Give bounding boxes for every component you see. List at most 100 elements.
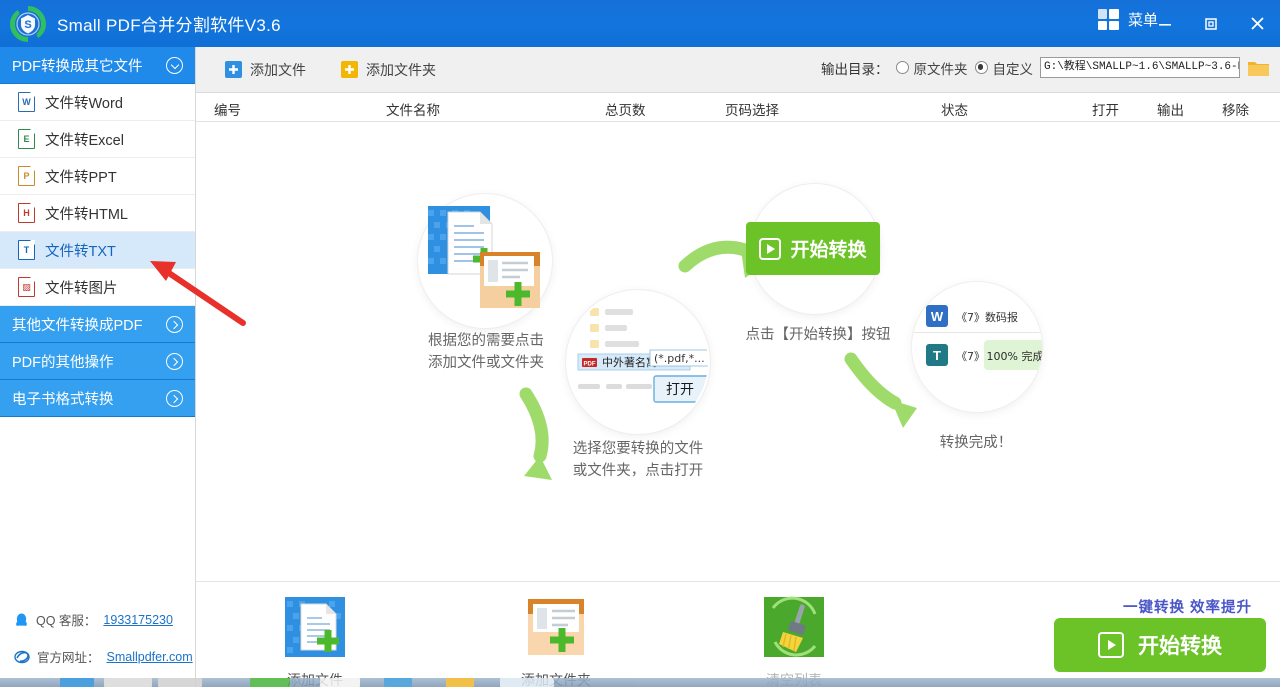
add-folder-button[interactable]: 添加文件夹	[334, 56, 442, 84]
taskbar-item[interactable]	[384, 678, 412, 687]
contact-block: QQ 客服： 1933175230 官方网址： Smallpdfer.com	[0, 601, 196, 675]
sidebar-section-pdf-operations[interactable]: PDF的其他操作	[0, 343, 195, 380]
add-file-button-label: 添加文件	[250, 61, 306, 78]
qq-label: QQ 客服：	[36, 614, 97, 628]
qq-penguin-icon	[16, 612, 27, 626]
website-row: 官方网址： Smallpdfer.com	[0, 638, 196, 675]
sidebar-item-file-to-html[interactable]: H 文件转HTML	[0, 195, 195, 232]
word-file-icon: W	[18, 92, 35, 112]
browse-folder-icon[interactable]	[1247, 58, 1270, 78]
svg-text:《7》数码报: 《7》数码报	[956, 310, 1018, 324]
chevron-down-icon	[166, 56, 183, 74]
app-logo-icon: S	[6, 2, 50, 46]
add-file-icon	[285, 597, 345, 657]
bottom-add-file-button[interactable]: 添加文件	[260, 596, 370, 687]
svg-text:100% 完成: 100% 完成	[987, 349, 1042, 363]
conversion-complete-illustration: W 《7》数码报 T 《7》 100% 完成	[912, 282, 1042, 412]
sidebar-item-file-to-excel[interactable]: E 文件转Excel	[0, 121, 195, 158]
chevron-right-icon	[166, 315, 183, 333]
add-folder-icon	[341, 61, 358, 78]
start-convert-illustration-button: 开始转换	[746, 222, 880, 275]
radio-original-folder[interactable]: 原文件夹	[895, 58, 968, 78]
svg-text:(*.pdf,*...: (*.pdf,*...	[654, 352, 705, 365]
sidebar-item-label: 文件转Excel	[45, 132, 124, 149]
sidebar-item-label: 文件转HTML	[45, 206, 128, 223]
column-header-output: 输出	[1157, 103, 1184, 118]
column-header-status: 状态	[941, 103, 968, 118]
start-convert-illustration-label: 开始转换	[790, 240, 867, 261]
sidebar-item-file-to-txt[interactable]: T 文件转TXT	[0, 232, 195, 269]
radio-original-dot	[895, 61, 909, 74]
sidebar-section-pdf-to-others[interactable]: PDF转换成其它文件	[0, 47, 195, 84]
add-folder-icon	[528, 599, 584, 655]
sidebar-item-file-to-ppt[interactable]: P 文件转PPT	[0, 158, 195, 195]
svg-text:W: W	[931, 309, 944, 324]
sidebar-section-title: 电子书格式转换	[12, 391, 114, 408]
sidebar-section-title: PDF转换成其它文件	[12, 58, 143, 75]
output-directory-label: 输出目录：	[821, 61, 889, 77]
excel-file-icon: E	[18, 129, 35, 149]
column-header-remove: 移除	[1222, 103, 1249, 118]
qq-number-link[interactable]: 1933175230	[103, 613, 173, 627]
sidebar-section-others-to-pdf[interactable]: 其他文件转换成PDF	[0, 306, 195, 343]
bottom-clear-list-button[interactable]: 清空列表	[739, 596, 849, 687]
taskbar-item[interactable]	[60, 678, 94, 687]
play-icon	[759, 237, 782, 260]
taskbar-item[interactable]	[104, 678, 152, 687]
add-file-button[interactable]: 添加文件	[218, 56, 312, 84]
sidebar-item-file-to-word[interactable]: W 文件转Word	[0, 84, 195, 121]
step1-caption: 根据您的需要点击 添加文件或文件夹	[428, 333, 544, 371]
ppt-file-icon: P	[18, 166, 35, 186]
start-convert-button[interactable]: 开始转换	[1054, 618, 1266, 672]
svg-text:T: T	[933, 348, 941, 363]
radio-original-label: 原文件夹	[913, 61, 968, 77]
sidebar-item-label: 文件转TXT	[45, 243, 116, 260]
close-icon	[1250, 17, 1264, 30]
sidebar-item-file-to-image[interactable]: ▨ 文件转图片	[0, 269, 195, 306]
step4-caption: 转换完成！	[939, 435, 1013, 451]
sidebar-section-ebook-convert[interactable]: 电子书格式转换	[0, 380, 195, 417]
output-path-input[interactable]: G:\教程\SMALLP~1.6\SMALLP~3.6-P	[1040, 57, 1240, 78]
taskbar-item[interactable]	[250, 678, 290, 687]
radio-custom-label: 自定义	[992, 61, 1034, 77]
file-table-header: 编号 文件名称 总页数 页码选择 状态 打开 输出 移除	[196, 93, 1280, 122]
open-dialog-illustration: PDF 中外著名寓 (*.pdf,*... 打开	[568, 292, 708, 432]
add-folder-button-label: 添加文件夹	[366, 61, 436, 78]
taskbar-item[interactable]	[446, 678, 474, 687]
html-file-icon: H	[18, 203, 35, 223]
close-button[interactable]	[1234, 0, 1280, 47]
qq-support-row: QQ 客服： 1933175230	[0, 601, 196, 638]
sidebar: PDF转换成其它文件 W 文件转Word E 文件转Excel P 文件转PPT…	[0, 47, 196, 687]
sidebar-section-title: PDF的其他操作	[12, 354, 114, 371]
taskbar-item-active[interactable]	[500, 678, 554, 687]
step3-caption: 点击【开始转换】按钮	[745, 327, 891, 343]
radio-custom-folder[interactable]: 自定义	[974, 58, 1034, 78]
svg-text:《7》: 《7》	[956, 350, 985, 363]
step2-caption: 选择您要转换的文件 或文件夹，点击打开	[572, 441, 704, 479]
os-taskbar	[0, 678, 1280, 687]
tagline: 一键转换 效率提升	[1122, 600, 1252, 616]
svg-text:中外著名寓: 中外著名寓	[602, 355, 657, 369]
radio-custom-dot	[974, 61, 988, 74]
website-link[interactable]: Smallpdfer.com	[107, 650, 193, 664]
maximize-button[interactable]	[1188, 0, 1234, 47]
column-header-open: 打开	[1092, 103, 1119, 118]
column-header-filename: 文件名称	[386, 103, 440, 118]
grid-menu-icon	[1097, 9, 1119, 30]
svg-text:打开: 打开	[666, 381, 694, 398]
column-header-pagecount: 总页数	[605, 103, 646, 118]
clear-list-icon	[764, 596, 824, 657]
minimize-button[interactable]	[1142, 0, 1188, 47]
start-convert-label: 开始转换	[1138, 635, 1222, 658]
empty-state-guide: 根据您的需要点击 添加文件或文件夹 PDF 中外著名寓 (*.pdf,*... …	[196, 122, 1280, 581]
add-file-icon	[225, 61, 242, 78]
taskbar-item[interactable]	[320, 678, 360, 687]
column-header-index: 编号	[214, 103, 241, 118]
bottom-action-bar: 添加文件 添加文件夹	[196, 581, 1280, 687]
chevron-right-icon	[166, 352, 183, 370]
svg-text:PDF: PDF	[584, 361, 596, 367]
add-file-folder-illustration	[428, 206, 540, 308]
taskbar-item[interactable]	[158, 678, 202, 687]
sidebar-item-label: 文件转Word	[45, 95, 123, 112]
bottom-add-folder-button[interactable]: 添加文件夹	[501, 596, 611, 687]
